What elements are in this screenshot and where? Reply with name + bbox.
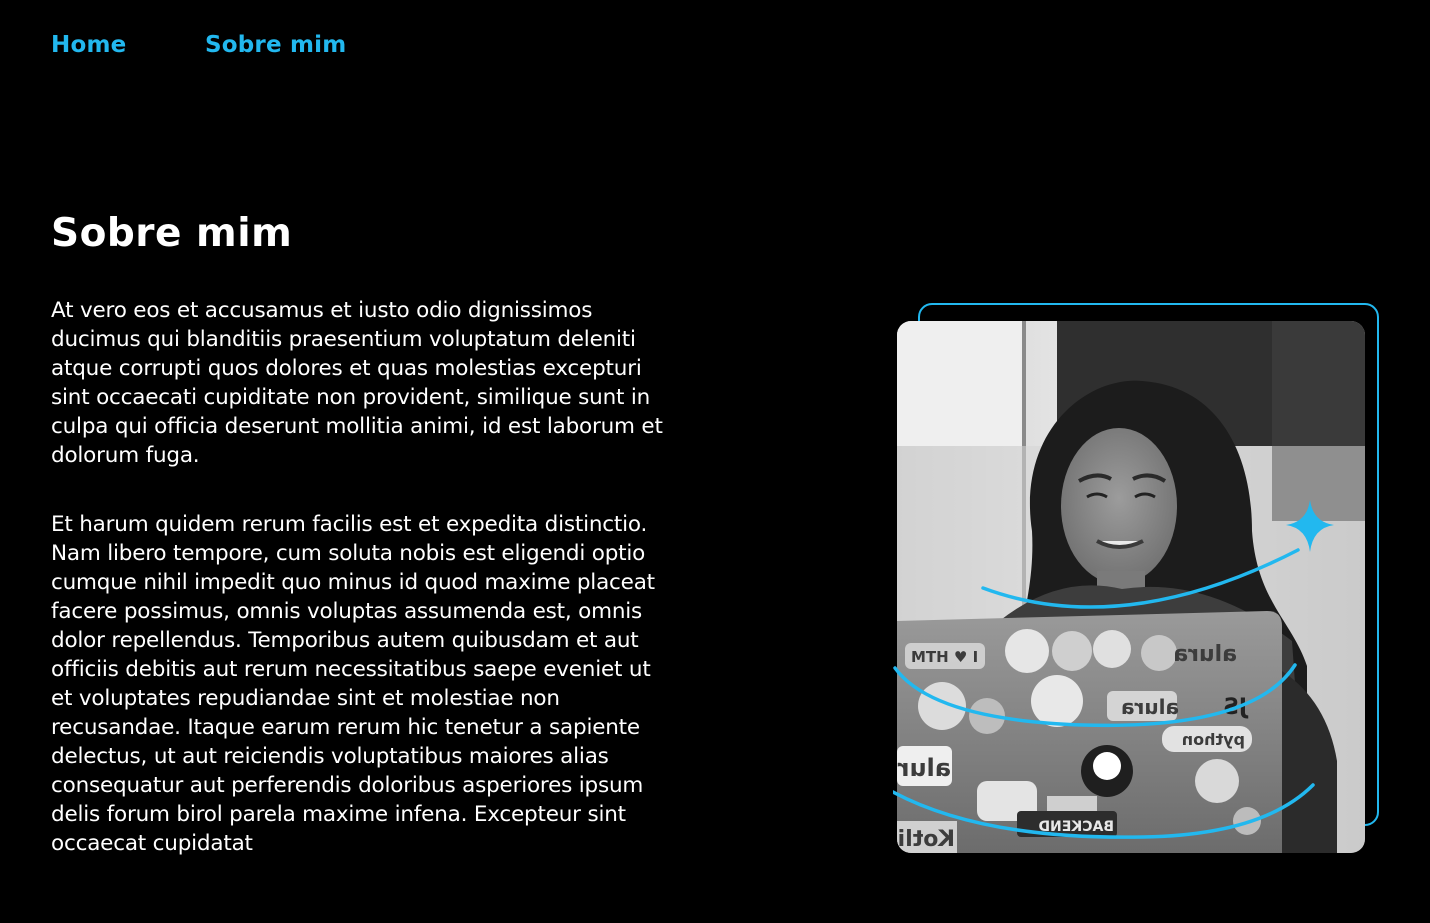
section-title: Sobre mim	[51, 211, 293, 256]
sticker-alura-left: alura	[897, 754, 951, 782]
top-navigation: Home Sobre mim	[51, 30, 346, 60]
sticker-alura-top: alura	[1173, 642, 1237, 667]
profile-photo: MTH ♥ I alura alura JS python alura	[897, 321, 1365, 853]
sticker-backend: BACKEND	[1038, 819, 1114, 835]
about-text: At vero eos et accusamus et iusto odio d…	[51, 296, 673, 898]
sticker-alura-mid: alura	[1121, 695, 1179, 719]
nav-link-home[interactable]: Home	[51, 30, 205, 60]
sticker-js: JS	[1223, 695, 1249, 720]
about-paragraph-1: At vero eos et accusamus et iusto odio d…	[51, 298, 663, 468]
profile-photo-container: MTH ♥ I alura alura JS python alura	[893, 300, 1393, 860]
nav-link-sobre-mim[interactable]: Sobre mim	[205, 30, 346, 60]
sticker-mth: MTH ♥ I	[911, 648, 978, 666]
profile-photo-illustration: MTH ♥ I alura alura JS python alura	[897, 321, 1365, 853]
sticker-python: python	[1182, 730, 1245, 749]
about-paragraph-2: Et harum quidem rerum facilis est et exp…	[51, 512, 655, 856]
sticker-kotlin: Kotlin	[897, 827, 955, 852]
